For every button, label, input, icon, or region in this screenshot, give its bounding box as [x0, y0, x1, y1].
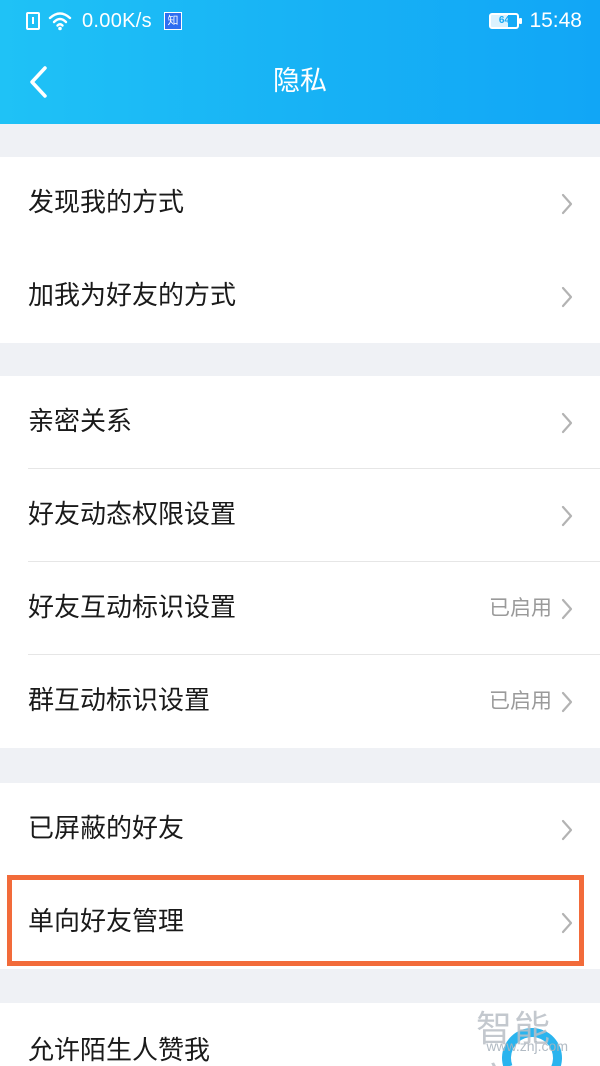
network-speed: 0.00K/s: [82, 9, 152, 32]
row-status: 已启用: [489, 596, 552, 620]
row-friend-interaction-badges[interactable]: 好友互动标识设置 已启用: [0, 562, 600, 655]
watermark-url: www.znj.com: [486, 1038, 568, 1054]
watermark: 智能家 www.znj.com: [476, 1000, 586, 1066]
nav-bar: 隐私: [0, 42, 600, 124]
chevron-right-icon: [561, 286, 573, 308]
settings-group-relations: 亲密关系 好友动态权限设置 好友互动标识设置 已启用 群互动标识设置 已启用: [0, 376, 600, 748]
battery-percent: 64: [498, 15, 510, 26]
wifi-icon: [48, 12, 72, 31]
chevron-right-icon: [561, 598, 573, 620]
chevron-right-icon: [561, 412, 573, 434]
row-friend-feed-permissions[interactable]: 好友动态权限设置: [0, 469, 600, 562]
row-group-interaction-badges[interactable]: 群互动标识设置 已启用: [0, 655, 600, 748]
row-add-me-methods[interactable]: 加我为好友的方式: [0, 250, 600, 343]
header: 0.00K/s 知 64 15:48 隐私: [0, 0, 600, 124]
zhihu-notification-icon: 知: [163, 12, 182, 30]
chevron-right-icon: [561, 819, 573, 841]
row-label: 允许陌生人赞我: [28, 1036, 211, 1066]
row-label: 已屏蔽的好友: [28, 814, 185, 844]
watermark-title: 智能家: [476, 1009, 553, 1066]
status-bar: 0.00K/s 知 64 15:48: [0, 0, 600, 42]
battery-icon: 64: [489, 13, 523, 29]
row-label: 发现我的方式: [28, 188, 185, 218]
page-title: 隐私: [273, 66, 327, 97]
highlight-box: [7, 875, 584, 966]
row-label: 亲密关系: [28, 407, 133, 437]
clock: 15:48: [529, 9, 582, 32]
row-label: 好友互动标识设置: [28, 593, 237, 623]
settings-group-discovery: 发现我的方式 加我为好友的方式: [0, 157, 600, 343]
row-blocked-friends[interactable]: 已屏蔽的好友: [0, 783, 600, 876]
chevron-right-icon: [561, 193, 573, 215]
row-label: 加我为好友的方式: [28, 281, 237, 311]
chevron-right-icon: [561, 691, 573, 713]
row-label: 群互动标识设置: [28, 686, 211, 716]
row-find-me-methods[interactable]: 发现我的方式: [0, 157, 600, 250]
sim-alert-icon: [26, 12, 40, 30]
chevron-right-icon: [561, 505, 573, 527]
row-intimate-relations[interactable]: 亲密关系: [0, 376, 600, 469]
row-status: 已启用: [489, 689, 552, 713]
row-label: 好友动态权限设置: [28, 500, 237, 530]
